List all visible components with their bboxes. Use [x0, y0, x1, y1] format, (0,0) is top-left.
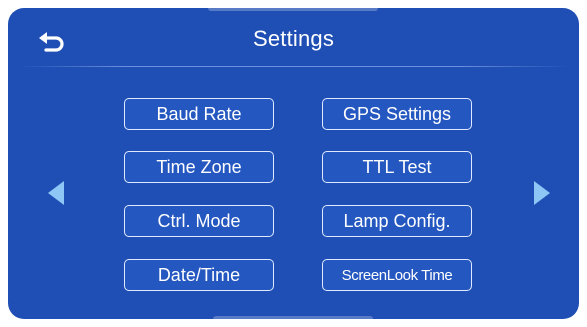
ctrl-mode-button[interactable]: Ctrl. Mode: [124, 205, 274, 237]
next-page-button[interactable]: [532, 179, 552, 207]
ttl-test-button[interactable]: TTL Test: [322, 151, 472, 183]
gps-settings-button[interactable]: GPS Settings: [322, 98, 472, 130]
baud-rate-button[interactable]: Baud Rate: [124, 98, 274, 130]
previous-page-button[interactable]: [46, 179, 66, 207]
time-zone-button[interactable]: Time Zone: [124, 151, 274, 183]
triangle-left-icon: [48, 181, 64, 205]
lamp-config-button[interactable]: Lamp Config.: [322, 205, 472, 237]
triangle-right-icon: [534, 181, 550, 205]
page-title: Settings: [252, 26, 335, 51]
settings-screen: Settings Baud Rate Time Zone Ctrl. Mode …: [8, 8, 579, 319]
date-time-button[interactable]: Date/Time: [124, 259, 274, 291]
header-bar: Settings: [8, 8, 579, 68]
title-divider: [18, 66, 569, 67]
screenlook-time-button[interactable]: ScreenLook Time: [322, 259, 472, 291]
bottom-bezel-notch: [213, 316, 373, 319]
